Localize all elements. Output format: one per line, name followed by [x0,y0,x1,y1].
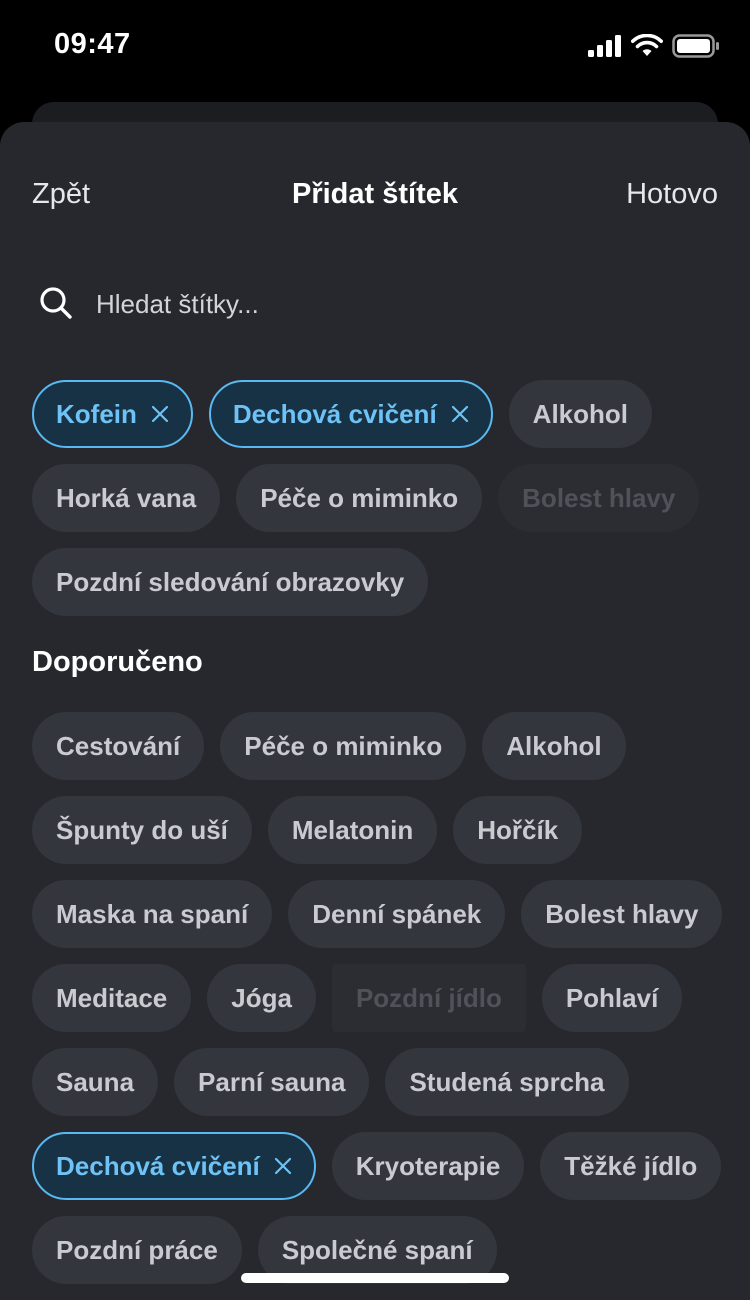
tag-chip[interactable]: Špunty do uší [32,796,252,864]
tag-label: Bolest hlavy [545,898,699,929]
status-bar: 09:47 [0,0,750,92]
tag-label: Těžké jídlo [564,1150,698,1181]
battery-icon [672,34,719,58]
search-bar[interactable] [32,272,718,336]
cellular-signal-icon [588,35,621,57]
tag-chip[interactable]: Péče o miminko [236,464,483,532]
tag-label: Parní sauna [198,1066,346,1097]
tag-chip[interactable]: Pozdní práce [32,1216,242,1284]
tag-label: Dechová cvičení [56,1150,260,1181]
status-icons [588,33,720,59]
selected-tags: Kofein Dechová cvičení Alkohol Horká vana Pé… [32,380,750,616]
tag-chip[interactable]: Studená sprcha [385,1048,629,1116]
tag-label: Melatonin [291,814,414,845]
tag-chip: Bolest hlavy [498,464,700,532]
tag-chip[interactable]: Melatonin [267,796,438,864]
search-icon [40,287,72,319]
tag-chip[interactable]: Kofein [32,380,193,448]
tag-label: Pozdní sledování obrazovky [56,566,405,597]
tag-label: Společné spaní [281,1234,473,1265]
tag-chip[interactable]: Těžké jídlo [540,1132,722,1200]
tag-label: Cestování [56,730,181,761]
recommended-tags: Cestování Péče o miminko Alkohol Špunty do … [32,712,750,1284]
tag-chip[interactable]: Meditace [32,964,192,1032]
tag-chip[interactable]: Hořčík [453,796,583,864]
tag-label: Jóga [231,982,292,1013]
tag-chip[interactable]: Kryoterapie [331,1132,525,1200]
tag-chip: Pozdní jídlo [331,964,526,1032]
tag-label: Meditace [56,982,168,1013]
tag-label: Bolest hlavy [522,482,676,513]
done-button[interactable]: Hotovo [626,178,718,211]
status-time: 09:47 [54,28,131,60]
tag-chip[interactable]: Maska na spaní [32,880,273,948]
tag-label: Studená sprcha [409,1066,605,1097]
tag-label: Dechová cvičení [232,398,437,429]
sheet-header: Zpět Přidat štítek Hotovo [0,122,750,272]
tag-chip[interactable]: Denní spánek [288,880,506,948]
recommended-heading: Doporučeno [32,646,203,678]
tag-label: Alkohol [506,730,602,761]
tag-label: Kofein [56,398,137,429]
tag-chip[interactable]: Alkohol [482,712,626,780]
add-tag-sheet: Zpět Přidat štítek Hotovo Kofein Dechová … [0,122,750,1300]
tag-label: Sauna [56,1066,135,1097]
tag-chip[interactable]: Dechová cvičení [208,380,493,448]
tag-chip[interactable]: Pohlaví [541,964,683,1032]
tag-label: Hořčík [477,814,559,845]
tag-label: Péče o miminko [260,482,459,513]
tag-label: Pohlaví [565,982,659,1013]
remove-tag-icon[interactable] [274,1157,292,1175]
tag-label: Péče o miminko [244,730,443,761]
tag-chip[interactable]: Parní sauna [174,1048,370,1116]
tag-chip[interactable]: Jóga [207,964,316,1032]
tag-chip[interactable]: Sauna [32,1048,159,1116]
tag-label: Pozdní práce [56,1234,218,1265]
home-indicator [241,1273,509,1283]
tag-label: Horká vana [56,482,197,513]
tag-chip[interactable]: Dechová cvičení [32,1132,316,1200]
tag-label: Kryoterapie [355,1150,501,1181]
tag-chip[interactable]: Bolest hlavy [521,880,723,948]
tag-chip[interactable]: Péče o miminko [220,712,467,780]
remove-tag-icon[interactable] [451,405,469,423]
remove-tag-icon[interactable] [151,405,169,423]
tag-chip[interactable]: Pozdní sledování obrazovky [32,548,429,616]
search-input[interactable] [96,288,718,320]
tag-label: Alkohol [532,398,629,429]
tag-chip[interactable]: Cestování [32,712,205,780]
tag-chip[interactable]: Alkohol [508,380,653,448]
tag-label: Pozdní jídlo [355,982,502,1013]
tag-chip[interactable]: Horká vana [32,464,221,532]
wifi-icon [631,34,663,56]
tag-label: Maska na spaní [56,898,249,929]
tag-label: Špunty do uší [56,814,228,845]
tag-label: Denní spánek [312,898,482,929]
